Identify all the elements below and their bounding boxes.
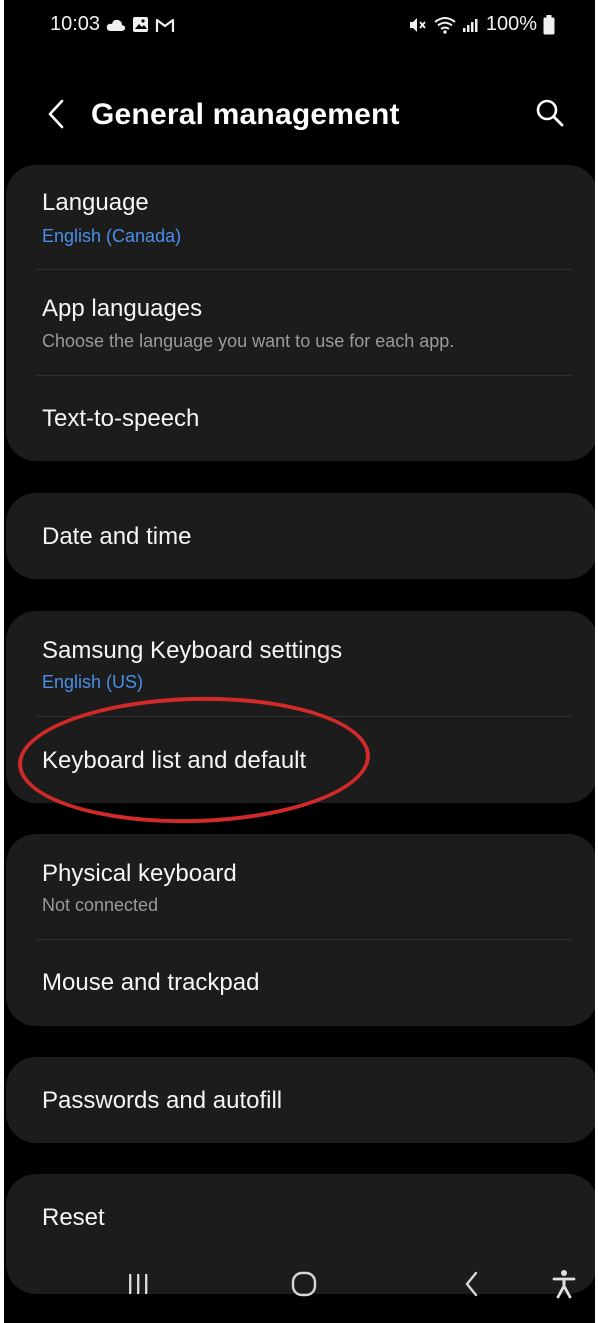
signal-icon [462,17,480,33]
settings-group-keyboard: Samsung Keyboard settings English (US) K… [6,611,595,803]
gmail-icon [155,17,175,33]
physical-keyboard-subtitle: Not connected [42,895,159,915]
status-time: 10:03 [50,13,101,35]
recents-icon [125,1271,151,1302]
app-languages-title: App languages [42,295,203,322]
battery-percent: 100% [485,13,537,35]
language-title: Language [42,189,149,216]
settings-group-passwords: Passwords and autofill [6,1057,595,1143]
nav-back-button[interactable] [450,1266,494,1306]
keyboard-list-item[interactable]: Keyboard list and default [6,717,595,803]
mouse-trackpad-title: Mouse and trackpad [42,969,260,996]
text-to-speech-item[interactable]: Text-to-speech [6,376,595,461]
search-icon [535,98,565,133]
status-left: 10:03 [50,13,175,36]
settings-group-physical: Physical keyboard Not connected Mouse an… [6,834,595,1026]
reset-item[interactable]: Reset [6,1174,595,1260]
home-icon [290,1270,318,1303]
image-icon [132,16,149,33]
back-icon [462,1270,482,1303]
status-right: 100% [408,13,555,36]
app-header: General management [4,80,595,152]
app-languages-subtitle: Choose the language you want to use for … [42,331,455,351]
settings-group-date: Date and time [6,493,595,579]
app-languages-item[interactable]: App languages Choose the language you wa… [6,270,595,375]
search-button[interactable] [529,94,571,136]
passwords-autofill-title: Passwords and autofill [42,1087,283,1114]
battery-icon [543,14,555,35]
reset-title: Reset [42,1204,105,1231]
samsung-keyboard-settings-title: Samsung Keyboard settings [42,637,343,664]
mute-icon [408,16,428,34]
chevron-left-icon [46,98,66,135]
text-to-speech-title: Text-to-speech [42,405,200,432]
cloud-icon [106,18,126,32]
home-button[interactable] [282,1266,326,1306]
back-button[interactable] [38,96,74,136]
status-bar: 10:03 100% [4,0,595,52]
page-title: General management [91,98,400,131]
date-and-time-item[interactable]: Date and time [6,493,595,579]
date-and-time-title: Date and time [42,523,192,550]
navigation-bar [4,1250,595,1323]
samsung-keyboard-settings-subtitle: English (US) [42,672,144,692]
physical-keyboard-item[interactable]: Physical keyboard Not connected [6,834,595,939]
language-subtitle: English (Canada) [42,226,182,246]
language-item[interactable]: Language English (Canada) [6,165,595,269]
accessibility-icon [552,1269,576,1304]
settings-group-language: Language English (Canada) App languages … [6,165,595,461]
accessibility-button[interactable] [542,1266,586,1306]
mouse-trackpad-item[interactable]: Mouse and trackpad [6,940,595,1026]
physical-keyboard-title: Physical keyboard [42,860,237,887]
recents-button[interactable] [116,1266,160,1306]
passwords-autofill-item[interactable]: Passwords and autofill [6,1057,595,1143]
wifi-icon [434,16,456,34]
phone-screen: 10:03 100% General management Language E… [4,0,595,1323]
keyboard-list-title: Keyboard list and default [42,747,307,774]
samsung-keyboard-settings-item[interactable]: Samsung Keyboard settings English (US) [6,611,595,716]
